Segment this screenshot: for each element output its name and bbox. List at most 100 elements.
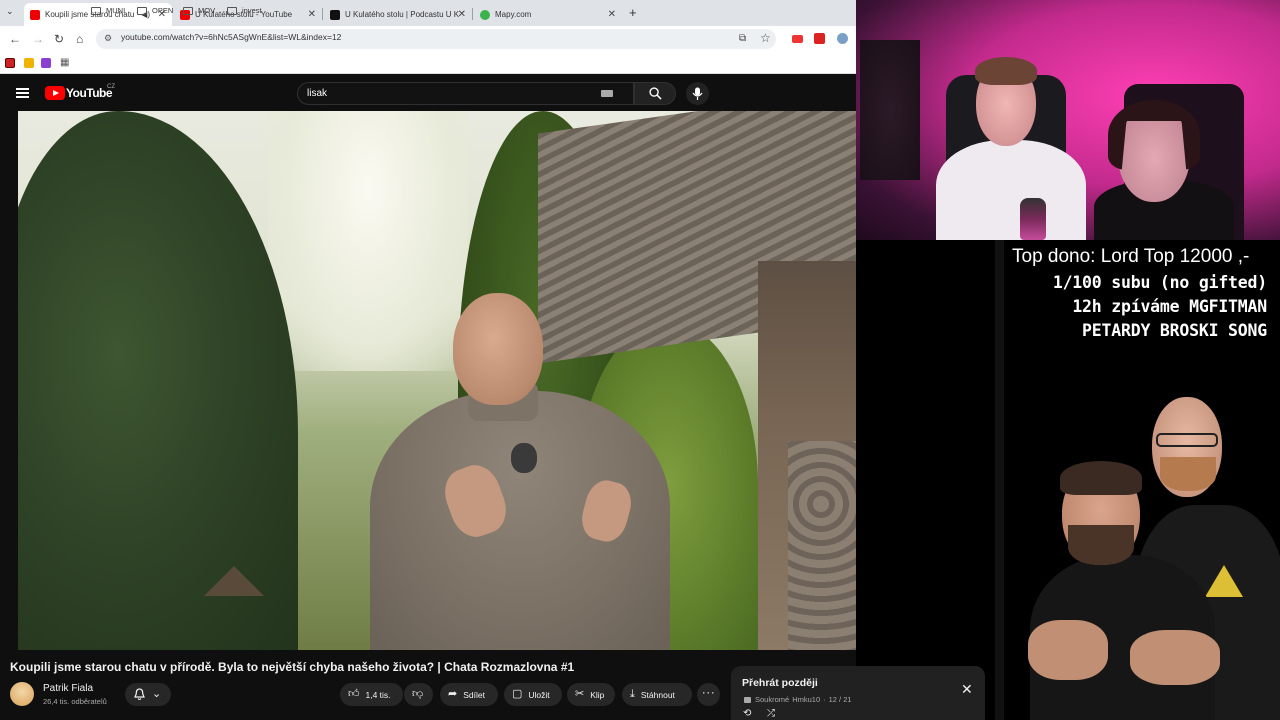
bookmarks-bar — [0, 52, 856, 74]
bookmark-label: MOV — [198, 6, 216, 15]
bookmark-label: OPEN — [152, 6, 174, 15]
top-donation-text: Top dono: Lord Top 12000 ,- — [1012, 246, 1250, 267]
clip-button[interactable]: ✂ Klip — [567, 683, 615, 706]
bookmark-app-icon[interactable] — [24, 58, 34, 68]
subscriber-count: 26,4 tis. odběratelů — [43, 697, 107, 706]
youtube-logo-icon[interactable] — [45, 86, 65, 100]
thumbs-up-icon: 👍︎ — [348, 688, 360, 700]
tab-close-icon[interactable]: ✕ — [458, 9, 466, 20]
video-scene-stone-wall — [788, 441, 856, 650]
share-label: Sdílet — [463, 689, 485, 700]
notifications-button[interactable]: ⌄ — [125, 683, 171, 706]
like-button[interactable]: 👍︎ 1,4 tis. — [340, 683, 403, 706]
back-arrow-icon[interactable]: ← — [9, 32, 21, 46]
more-actions-button[interactable]: ··· — [697, 683, 720, 706]
drink-bottle — [1020, 198, 1046, 240]
country-code: CZ — [107, 84, 115, 90]
like-count: 1,4 tis. — [365, 689, 391, 700]
share-button[interactable]: ➦ Sdílet — [440, 683, 498, 706]
playlist-title[interactable]: Přehrát později — [742, 677, 818, 689]
youtube-logo-text[interactable]: YouTube — [66, 86, 113, 100]
video-presenter-head — [453, 293, 543, 405]
download-button[interactable]: ⤓ Stáhnout — [622, 683, 692, 706]
share-arrow-icon: ➦ — [448, 688, 458, 700]
overlay-goal-line: 12h zpíváme MGFITMAN — [1072, 297, 1267, 316]
folder-icon — [137, 6, 147, 15]
shield-extension-icon[interactable] — [837, 33, 848, 44]
forward-arrow-icon[interactable]: → — [32, 32, 44, 46]
bookmark-star-icon[interactable]: ☆ — [760, 31, 771, 45]
tab-separator — [472, 8, 473, 20]
loop-icon[interactable]: ⟲ — [743, 708, 751, 719]
streamer-male — [936, 140, 1086, 240]
microphone-icon — [692, 87, 703, 100]
bookmark-app-icon[interactable] — [5, 58, 15, 68]
folder-icon — [183, 6, 193, 15]
download-icon: ⤓ — [630, 688, 635, 700]
bookmark-folder-invest[interactable]: invest — [227, 6, 262, 15]
playlist-position: 12 / 21 — [828, 695, 852, 704]
reload-icon[interactable]: ↻ — [54, 32, 64, 46]
tab-separator — [322, 8, 323, 20]
overlay-goal-line: PETARDY BROSKI SONG — [1082, 321, 1267, 340]
channel-avatar[interactable] — [10, 682, 34, 706]
video-title: Koupili jsme starou chatu v přírodě. Byl… — [10, 660, 575, 674]
playlist-privacy: Soukromé — [755, 695, 790, 704]
install-app-icon[interactable]: ⧉ — [739, 33, 746, 44]
bookmark-label: MUNI — [106, 6, 126, 15]
lapel-mic — [511, 443, 537, 473]
download-label: Stáhnout — [640, 689, 675, 700]
youtube-extension-icon[interactable] — [792, 35, 803, 43]
bell-icon — [134, 688, 145, 701]
tab-title: Mapy.com — [495, 10, 532, 19]
search-query: lisak — [307, 88, 328, 99]
url-text: youtube.com/watch?v=6hNc5ASgWnE&list=WL&… — [121, 32, 342, 42]
clip-label: Klip — [590, 689, 605, 700]
page-scrollbar-track[interactable] — [995, 240, 1004, 720]
chevron-down-icon: ⌄ — [152, 688, 162, 700]
home-icon[interactable]: ⌂ — [76, 32, 83, 46]
tab-close-icon[interactable]: ✕ — [308, 9, 316, 20]
y-extension-icon[interactable] — [814, 33, 825, 44]
bookmark-app-icon[interactable] — [41, 58, 51, 68]
youtube-favicon-icon — [30, 9, 40, 20]
video-scene-tree — [18, 111, 298, 650]
glasses — [1156, 433, 1218, 447]
dislike-button[interactable]: 👎︎ — [404, 683, 433, 706]
maps-favicon-icon — [480, 9, 490, 20]
podcast-favicon-icon — [330, 9, 340, 20]
bookmark-folder-mov[interactable]: MOV — [183, 6, 215, 15]
save-playlist-icon: ▢ — [512, 688, 523, 700]
new-tab-plus-icon[interactable]: + — [629, 5, 637, 20]
lock-icon — [744, 697, 751, 703]
tab-podcast[interactable]: U Kulatého stolu | Podcastu U K ✕ — [324, 3, 472, 26]
tab-close-icon[interactable]: ✕ — [608, 9, 616, 20]
overlay-goal-line: 1/100 subu (no gifted) — [1052, 273, 1267, 292]
folder-icon — [227, 6, 237, 15]
search-icon — [649, 87, 662, 100]
bookmark-folder-muni[interactable]: MUNI — [91, 6, 125, 15]
tab-maps[interactable]: Mapy.com ✕ — [474, 3, 622, 26]
apps-grid-icon[interactable]: ▦ — [60, 57, 69, 68]
overlay-sponsor-image — [1028, 395, 1280, 720]
browser-window: ⌄ Koupili jsme starou chatu v ◀) ✕ U Kul… — [0, 0, 856, 720]
folder-icon — [91, 6, 101, 15]
menu-hamburger-icon[interactable] — [16, 88, 29, 98]
playlist-meta: Soukromé Hmku10 · 12 / 21 — [744, 695, 852, 704]
bookmark-label: invest — [242, 6, 262, 15]
site-info-icon[interactable]: ⚙ — [104, 33, 112, 44]
bookmark-folder-open[interactable]: OPEN — [137, 6, 173, 15]
webcam-feed — [856, 0, 1280, 240]
search-input[interactable] — [297, 82, 634, 105]
scissors-icon: ✂ — [575, 688, 585, 700]
keyboard-icon[interactable] — [601, 90, 613, 97]
video-player[interactable] — [18, 111, 856, 650]
thumbs-down-icon: 👎︎ — [412, 688, 424, 700]
screen: ⌄ Koupili jsme starou chatu v ◀) ✕ U Kul… — [0, 0, 1280, 720]
shuffle-icon[interactable]: ⤮ — [767, 708, 775, 719]
channel-name[interactable]: Patrik Fiala — [43, 683, 93, 694]
close-icon[interactable]: ✕ — [961, 682, 973, 696]
save-button[interactable]: ▢ Uložit — [504, 683, 562, 706]
playlist-owner[interactable]: Hmku10 — [792, 695, 820, 704]
tab-search-chevron-icon[interactable]: ⌄ — [6, 6, 14, 17]
